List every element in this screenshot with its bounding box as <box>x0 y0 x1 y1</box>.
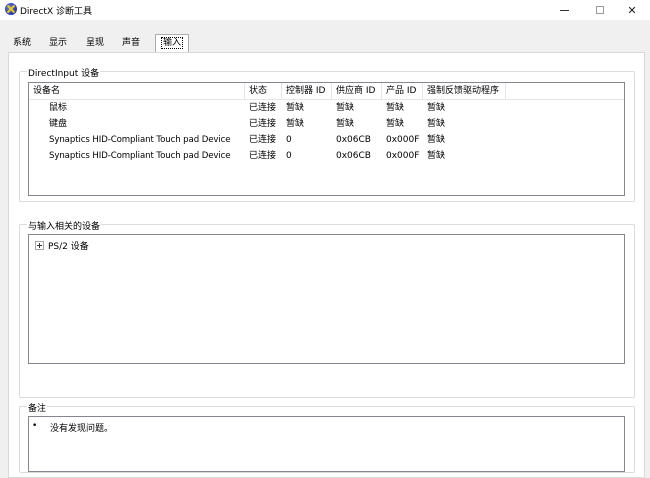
controller-id-cell: 0 <box>286 151 292 161</box>
tab-input[interactable]: 输入 <box>155 34 190 53</box>
tree-item-ps2[interactable]: PS/2 设备 <box>35 238 89 252</box>
column-header-controller-id[interactable]: 控制器 ID <box>282 83 332 99</box>
column-header-product-id[interactable]: 产品 ID <box>382 83 423 99</box>
related-devices-group-title: 与输入相关的设备 <box>27 219 102 232</box>
directinput-device-list[interactable]: 设备名 状态 控制器 ID 供应商 ID 产品 ID 强制反馈驱动程序 鼠标 已… <box>28 82 625 196</box>
tab-display[interactable]: 显示 <box>44 35 72 52</box>
tab-label: 系统 <box>13 38 32 48</box>
tab-label: 呈现 <box>86 38 105 48</box>
ffb-driver-cell: 暂缺 <box>427 151 446 161</box>
column-header-device-name[interactable]: 设备名 <box>29 83 245 99</box>
tab-system[interactable]: 系统 <box>8 35 36 52</box>
table-row[interactable]: 键盘 已连接 暂缺 暂缺 暂缺 暂缺 <box>29 116 624 132</box>
column-header-ffb-driver[interactable]: 强制反馈驱动程序 <box>423 83 506 99</box>
column-header-status[interactable]: 状态 <box>245 83 282 99</box>
close-button[interactable]: ✕ <box>614 0 650 20</box>
device-name-cell: Synaptics HID-Compliant Touch pad Device <box>49 151 231 161</box>
related-devices-group: 与输入相关的设备 PS/2 设备 <box>19 219 635 398</box>
minimize-button[interactable] <box>546 0 582 20</box>
status-cell: 已连接 <box>249 103 277 113</box>
product-id-cell: 暂缺 <box>386 103 405 113</box>
maximize-button[interactable] <box>582 0 618 20</box>
bullet-icon: • <box>32 421 38 431</box>
tab-render[interactable]: 呈现 <box>81 35 109 52</box>
list-header: 设备名 状态 控制器 ID 供应商 ID 产品 ID 强制反馈驱动程序 <box>29 83 624 100</box>
status-cell: 已连接 <box>249 119 277 129</box>
vendor-id-cell: 0x06CB <box>336 151 371 161</box>
title-bar: DirectX 诊断工具 ✕ <box>0 0 650 20</box>
directinput-group: DirectInput 设备 设备名 状态 控制器 ID 供应商 ID 产品 I… <box>19 66 635 202</box>
table-row[interactable]: 鼠标 已连接 暂缺 暂缺 暂缺 暂缺 <box>29 100 624 116</box>
column-header-vendor-id[interactable]: 供应商 ID <box>332 83 382 99</box>
table-row[interactable]: Synaptics HID-Compliant Touch pad Device… <box>29 132 624 148</box>
ffb-driver-cell: 暂缺 <box>427 119 446 129</box>
notes-box[interactable]: • 没有发现问题。 <box>28 416 625 472</box>
ffb-driver-cell: 暂缺 <box>427 103 446 113</box>
product-id-cell: 暂缺 <box>386 119 405 129</box>
controller-id-cell: 暂缺 <box>286 119 305 129</box>
maximize-icon <box>596 6 604 14</box>
related-devices-tree[interactable]: PS/2 设备 <box>28 234 625 364</box>
note-text: 没有发现问题。 <box>50 424 114 434</box>
close-icon: ✕ <box>627 3 637 17</box>
product-id-cell: 0x000F <box>386 135 420 145</box>
dialog-client-area: 系统 显示 呈现 声音 输入 DirectInput 设备 设备名 状态 控制器… <box>0 20 650 478</box>
expand-icon[interactable] <box>35 240 44 250</box>
directx-icon <box>5 3 17 15</box>
status-cell: 已连接 <box>249 151 277 161</box>
tab-label: 声音 <box>122 38 141 48</box>
notes-group-title: 备注 <box>27 401 48 414</box>
device-name-cell: 鼠标 <box>49 103 68 113</box>
tab-label: 显示 <box>49 38 68 48</box>
notes-group: 备注 • 没有发现问题。 <box>19 401 635 473</box>
vendor-id-cell: 0x06CB <box>336 135 371 145</box>
tab-sound[interactable]: 声音 <box>117 35 145 52</box>
product-id-cell: 0x000F <box>386 151 420 161</box>
ffb-driver-cell: 暂缺 <box>427 135 446 145</box>
vendor-id-cell: 暂缺 <box>336 119 355 129</box>
window-title: DirectX 诊断工具 <box>20 7 92 17</box>
status-cell: 已连接 <box>249 135 277 145</box>
tree-item-label: PS/2 设备 <box>48 241 89 252</box>
note-item: • 没有发现问题。 <box>32 421 113 434</box>
device-name-cell: 键盘 <box>49 119 68 129</box>
minimize-icon <box>559 9 569 11</box>
controller-id-cell: 0 <box>286 135 292 145</box>
tab-panel-input: DirectInput 设备 设备名 状态 控制器 ID 供应商 ID 产品 I… <box>8 52 645 478</box>
vendor-id-cell: 暂缺 <box>336 103 355 113</box>
tab-label: 输入 <box>161 37 184 49</box>
controller-id-cell: 暂缺 <box>286 103 305 113</box>
device-name-cell: Synaptics HID-Compliant Touch pad Device <box>49 135 231 145</box>
table-row[interactable]: Synaptics HID-Compliant Touch pad Device… <box>29 148 624 164</box>
directinput-group-title: DirectInput 设备 <box>27 66 101 79</box>
